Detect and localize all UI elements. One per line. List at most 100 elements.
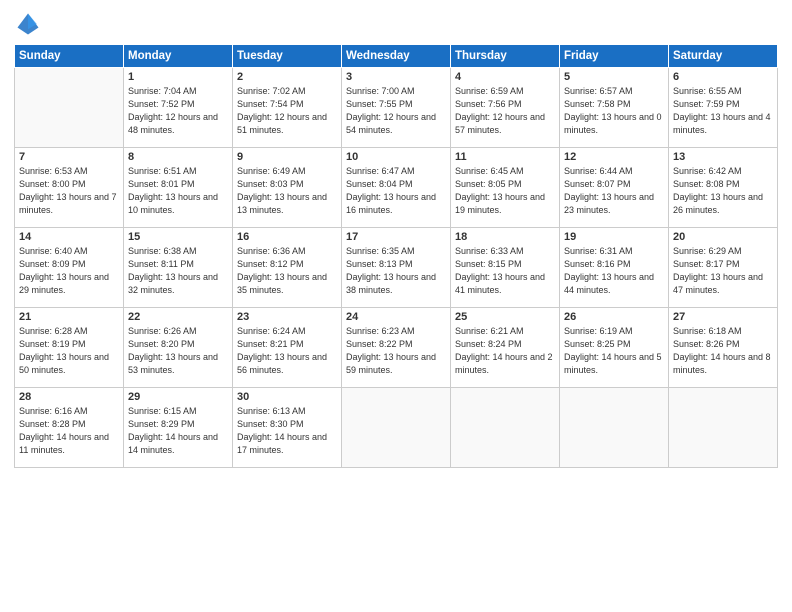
day-info: Sunrise: 6:53 AMSunset: 8:00 PMDaylight:… (19, 165, 119, 217)
calendar-cell: 14 Sunrise: 6:40 AMSunset: 8:09 PMDayligh… (15, 228, 124, 308)
day-info: Sunrise: 7:04 AMSunset: 7:52 PMDaylight:… (128, 85, 228, 137)
weekday-header: Sunday (15, 45, 124, 68)
day-number: 17 (346, 231, 446, 243)
calendar-cell: 16 Sunrise: 6:36 AMSunset: 8:12 PMDayligh… (233, 228, 342, 308)
day-info: Sunrise: 6:28 AMSunset: 8:19 PMDaylight:… (19, 325, 119, 377)
calendar-cell: 25Sunrise: 6:21 AMSunset: 8:24 PMDayligh… (451, 308, 560, 388)
calendar-cell: 13Sunrise: 6:42 AMSunset: 8:08 PMDayligh… (669, 148, 778, 228)
calendar-cell: 29 Sunrise: 6:15 AMSunset: 8:29 PMDayligh… (124, 388, 233, 468)
weekday-header-row: SundayMondayTuesdayWednesdayThursdayFrid… (15, 45, 778, 68)
day-info: Sunrise: 6:47 AMSunset: 8:04 PMDaylight:… (346, 165, 446, 217)
day-info: Sunrise: 6:51 AMSunset: 8:01 PMDaylight:… (128, 165, 228, 217)
day-number: 7 (19, 151, 119, 163)
day-number: 28 (19, 391, 119, 403)
weekday-header: Tuesday (233, 45, 342, 68)
day-number: 4 (455, 71, 555, 83)
day-number: 3 (346, 71, 446, 83)
calendar-week-row: 21 Sunrise: 6:28 AMSunset: 8:19 PMDayligh… (15, 308, 778, 388)
day-info: Sunrise: 6:15 AMSunset: 8:29 PMDaylight:… (128, 405, 228, 457)
day-number: 22 (128, 311, 228, 323)
day-info: Sunrise: 6:38 AMSunset: 8:11 PMDaylight:… (128, 245, 228, 297)
day-number: 18 (455, 231, 555, 243)
day-number: 5 (564, 71, 664, 83)
calendar-cell: 11 Sunrise: 6:45 AMSunset: 8:05 PMDayligh… (451, 148, 560, 228)
day-number: 24 (346, 311, 446, 323)
calendar-cell: 17 Sunrise: 6:35 AMSunset: 8:13 PMDayligh… (342, 228, 451, 308)
calendar-cell: 2 Sunrise: 7:02 AMSunset: 7:54 PMDaylight… (233, 68, 342, 148)
calendar-cell (560, 388, 669, 468)
calendar-cell: 7 Sunrise: 6:53 AMSunset: 8:00 PMDaylight… (15, 148, 124, 228)
calendar-week-row: 1 Sunrise: 7:04 AMSunset: 7:52 PMDaylight… (15, 68, 778, 148)
day-info: Sunrise: 6:35 AMSunset: 8:13 PMDaylight:… (346, 245, 446, 297)
day-info: Sunrise: 6:29 AMSunset: 8:17 PMDaylight:… (673, 245, 773, 297)
day-info: Sunrise: 6:45 AMSunset: 8:05 PMDaylight:… (455, 165, 555, 217)
day-info: Sunrise: 6:59 AMSunset: 7:56 PMDaylight:… (455, 85, 555, 137)
day-number: 15 (128, 231, 228, 243)
calendar-cell (342, 388, 451, 468)
day-number: 23 (237, 311, 337, 323)
day-number: 1 (128, 71, 228, 83)
day-number: 19 (564, 231, 664, 243)
day-number: 12 (564, 151, 664, 163)
calendar-cell: 9 Sunrise: 6:49 AMSunset: 8:03 PMDaylight… (233, 148, 342, 228)
calendar-table: SundayMondayTuesdayWednesdayThursdayFrid… (14, 44, 778, 468)
day-info: Sunrise: 6:23 AMSunset: 8:22 PMDaylight:… (346, 325, 446, 377)
day-info: Sunrise: 6:49 AMSunset: 8:03 PMDaylight:… (237, 165, 337, 217)
day-info: Sunrise: 6:13 AMSunset: 8:30 PMDaylight:… (237, 405, 337, 457)
day-info: Sunrise: 6:36 AMSunset: 8:12 PMDaylight:… (237, 245, 337, 297)
day-number: 10 (346, 151, 446, 163)
day-number: 30 (237, 391, 337, 403)
day-info: Sunrise: 6:19 AMSunset: 8:25 PMDaylight:… (564, 325, 664, 377)
day-info: Sunrise: 6:31 AMSunset: 8:16 PMDaylight:… (564, 245, 664, 297)
calendar-cell: 30 Sunrise: 6:13 AMSunset: 8:30 PMDayligh… (233, 388, 342, 468)
calendar-cell: 8Sunrise: 6:51 AMSunset: 8:01 PMDaylight… (124, 148, 233, 228)
calendar-cell: 24 Sunrise: 6:23 AMSunset: 8:22 PMDayligh… (342, 308, 451, 388)
logo-icon (14, 10, 42, 38)
calendar-cell: 26 Sunrise: 6:19 AMSunset: 8:25 PMDayligh… (560, 308, 669, 388)
day-number: 29 (128, 391, 228, 403)
calendar-cell (669, 388, 778, 468)
calendar-cell: 10 Sunrise: 6:47 AMSunset: 8:04 PMDayligh… (342, 148, 451, 228)
day-number: 14 (19, 231, 119, 243)
day-info: Sunrise: 6:44 AMSunset: 8:07 PMDaylight:… (564, 165, 664, 217)
day-number: 2 (237, 71, 337, 83)
weekday-header: Wednesday (342, 45, 451, 68)
day-number: 11 (455, 151, 555, 163)
day-info: Sunrise: 6:42 AMSunset: 8:08 PMDaylight:… (673, 165, 773, 217)
calendar-cell: 1 Sunrise: 7:04 AMSunset: 7:52 PMDaylight… (124, 68, 233, 148)
calendar-cell: 22 Sunrise: 6:26 AMSunset: 8:20 PMDayligh… (124, 308, 233, 388)
calendar-cell: 19 Sunrise: 6:31 AMSunset: 8:16 PMDayligh… (560, 228, 669, 308)
calendar-cell: 3 Sunrise: 7:00 AMSunset: 7:55 PMDaylight… (342, 68, 451, 148)
calendar-week-row: 14 Sunrise: 6:40 AMSunset: 8:09 PMDayligh… (15, 228, 778, 308)
day-number: 9 (237, 151, 337, 163)
day-info: Sunrise: 6:57 AMSunset: 7:58 PMDaylight:… (564, 85, 664, 137)
weekday-header: Monday (124, 45, 233, 68)
day-number: 16 (237, 231, 337, 243)
day-info: Sunrise: 6:26 AMSunset: 8:20 PMDaylight:… (128, 325, 228, 377)
weekday-header: Thursday (451, 45, 560, 68)
calendar-cell: 6 Sunrise: 6:55 AMSunset: 7:59 PMDaylight… (669, 68, 778, 148)
calendar-cell: 28Sunrise: 6:16 AMSunset: 8:28 PMDayligh… (15, 388, 124, 468)
calendar-cell: 23Sunrise: 6:24 AMSunset: 8:21 PMDayligh… (233, 308, 342, 388)
calendar-week-row: 7 Sunrise: 6:53 AMSunset: 8:00 PMDaylight… (15, 148, 778, 228)
weekday-header: Friday (560, 45, 669, 68)
day-info: Sunrise: 6:55 AMSunset: 7:59 PMDaylight:… (673, 85, 773, 137)
day-info: Sunrise: 6:21 AMSunset: 8:24 PMDaylight:… (455, 325, 555, 377)
day-number: 20 (673, 231, 773, 243)
day-info: Sunrise: 6:40 AMSunset: 8:09 PMDaylight:… (19, 245, 119, 297)
day-info: Sunrise: 6:18 AMSunset: 8:26 PMDaylight:… (673, 325, 773, 377)
calendar-cell: 12 Sunrise: 6:44 AMSunset: 8:07 PMDayligh… (560, 148, 669, 228)
day-number: 6 (673, 71, 773, 83)
calendar-cell: 5 Sunrise: 6:57 AMSunset: 7:58 PMDaylight… (560, 68, 669, 148)
calendar-cell: 15 Sunrise: 6:38 AMSunset: 8:11 PMDayligh… (124, 228, 233, 308)
day-info: Sunrise: 7:02 AMSunset: 7:54 PMDaylight:… (237, 85, 337, 137)
day-number: 21 (19, 311, 119, 323)
logo (14, 10, 46, 38)
calendar-cell (15, 68, 124, 148)
calendar-cell: 21 Sunrise: 6:28 AMSunset: 8:19 PMDayligh… (15, 308, 124, 388)
calendar-cell: 27 Sunrise: 6:18 AMSunset: 8:26 PMDayligh… (669, 308, 778, 388)
calendar-cell: 18Sunrise: 6:33 AMSunset: 8:15 PMDayligh… (451, 228, 560, 308)
day-number: 26 (564, 311, 664, 323)
day-number: 27 (673, 311, 773, 323)
day-info: Sunrise: 7:00 AMSunset: 7:55 PMDaylight:… (346, 85, 446, 137)
